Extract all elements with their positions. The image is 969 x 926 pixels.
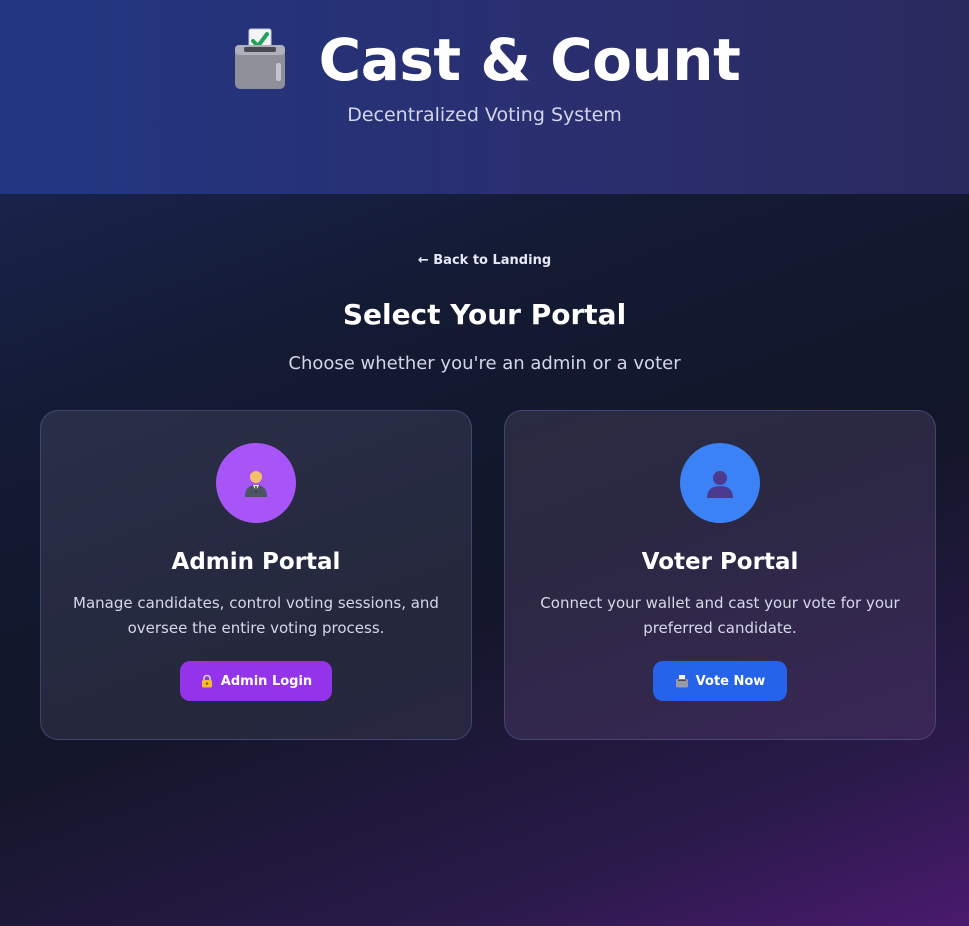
back-to-landing-link-row: ← Back to Landing [0,253,969,268]
admin-portal-card: Admin Portal Manage candidates, control … [40,410,472,740]
voter-silhouette-icon [707,471,733,498]
voter-portal-description: Connect your wallet and cast your vote f… [540,594,900,637]
voter-avatar [680,443,760,523]
page-subtitle: Choose whether you're an admin or a vote… [288,353,681,374]
ballot-box-icon [675,675,688,688]
vote-now-label: Vote Now [695,673,766,689]
app-title: Cast & Count [318,26,741,94]
ballot-box-icon [229,25,291,95]
voter-portal-title: Voter Portal [641,549,799,575]
back-to-landing-link[interactable]: ← Back to Landing [418,253,551,268]
page-title: Select Your Portal [342,298,627,331]
admin-portal-description: Manage candidates, control voting sessio… [73,594,439,637]
voter-portal-card: Voter Portal Connect your wallet and cas… [504,410,936,740]
admin-person-icon [245,471,267,497]
vote-now-button[interactable]: Vote Now [653,661,787,701]
title-row: Cast & Count [0,22,969,98]
admin-portal-title: Admin Portal [171,549,341,575]
lock-icon [201,674,212,688]
admin-login-label: Admin Login [220,673,313,689]
admin-login-button[interactable]: Admin Login [180,661,332,701]
header: Cast & Count Decentralized Voting System [0,0,969,194]
admin-avatar [216,443,296,523]
app-subtitle: Decentralized Voting System [347,104,622,126]
